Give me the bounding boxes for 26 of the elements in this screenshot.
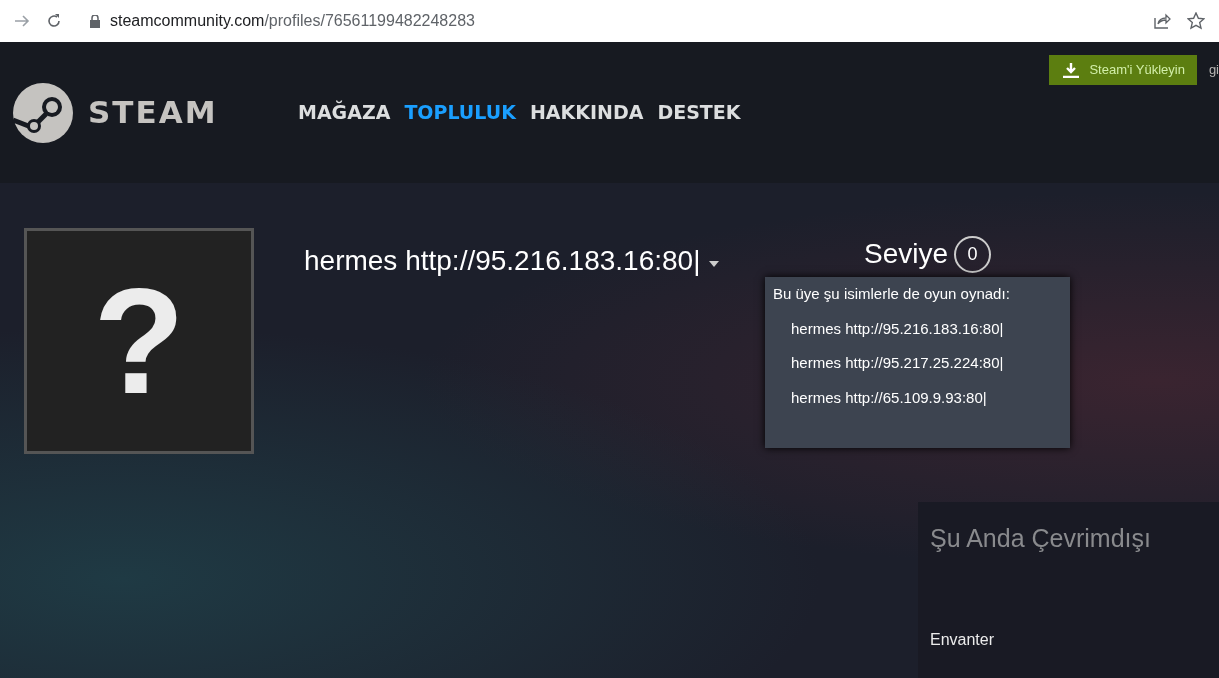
nav-link[interactable]: MAĞAZA — [298, 98, 391, 127]
level-badge: 0 — [954, 235, 992, 273]
logo-text[interactable]: STEAM — [88, 89, 218, 136]
inventory-link[interactable]: Envanter — [930, 627, 995, 652]
popup-title: Bu üye şu isimlerle de oyun oynadı: — [773, 284, 1011, 304]
url-text: steamcommunity.com/profiles/76561199482248283 — [110, 11, 475, 31]
nav-link[interactable]: DESTEK — [657, 98, 741, 127]
login-link[interactable]: gi — [1208, 60, 1219, 80]
share-icon[interactable] — [1153, 13, 1171, 29]
star-icon[interactable] — [1187, 12, 1205, 30]
level-label: Seviye — [864, 237, 949, 271]
reload-icon[interactable] — [46, 13, 62, 29]
alias-name: hermes http://95.216.183.16:80| — [791, 318, 1005, 339]
install-button[interactable]: Steam'i Yükleyin — [1049, 55, 1197, 85]
nav-link[interactable]: TOPLULUK — [404, 98, 516, 127]
status-text: Şu Anda Çevrimdışı — [930, 523, 1152, 554]
alias-name: hermes http://65.109.9.93:80| — [791, 387, 988, 408]
question-mark: ? — [93, 266, 185, 416]
dropdown-caret-icon[interactable] — [708, 260, 721, 268]
profile-name: hermes http://95.216.183.16:80| — [304, 244, 701, 278]
nav-link[interactable]: HAKKINDA — [529, 98, 644, 127]
download-icon — [1061, 62, 1082, 78]
lock-icon — [90, 14, 100, 28]
alias-name: hermes http://95.217.25.224:80| — [791, 353, 1005, 373]
steam-logo-icon[interactable] — [12, 81, 74, 144]
forward-icon[interactable] — [14, 14, 30, 28]
